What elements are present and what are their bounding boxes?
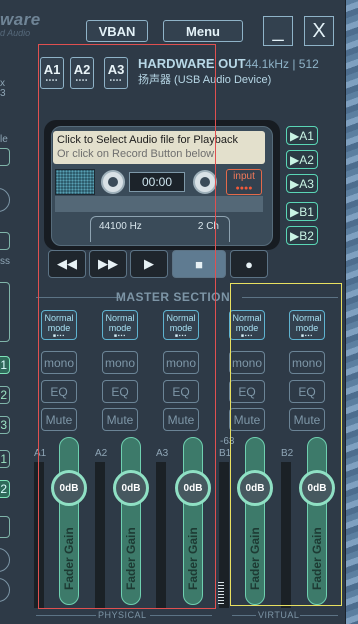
left-strip-bus-2[interactable]: 2 — [0, 386, 10, 404]
input-label: input — [233, 171, 255, 182]
route-a1-button[interactable]: ▶A1 — [286, 126, 318, 145]
left-strip-bus-1[interactable]: 1 — [0, 356, 10, 374]
recorder-input-button[interactable]: input ●●●● — [226, 169, 262, 195]
left-strip-knob[interactable] — [0, 548, 10, 572]
left-strip-text-le: le — [0, 134, 8, 145]
left-strip-text-ss: ss — [0, 256, 10, 267]
left-strip-box[interactable] — [0, 516, 10, 538]
route-b2-button[interactable]: ▶B2 — [286, 226, 318, 245]
minimize-button[interactable]: _ — [263, 16, 293, 46]
left-strip-bus-b2[interactable]: 2 — [0, 480, 10, 498]
left-strip-knob[interactable] — [0, 188, 10, 212]
highlight-box-red — [38, 44, 216, 609]
route-a3-button[interactable]: ▶A3 — [286, 174, 318, 193]
left-strip-bus-b1[interactable]: 1 — [0, 450, 10, 468]
record-button[interactable]: ● — [230, 250, 268, 278]
b1-meter-hatch — [218, 582, 224, 604]
left-strip-knob[interactable] — [0, 578, 10, 602]
physical-group-label: PHYSICAL — [98, 610, 147, 620]
left-strip-bus-3[interactable]: 3 — [0, 416, 10, 434]
divider — [300, 615, 338, 616]
input-dots: ●●●● — [235, 185, 253, 192]
divider — [150, 615, 212, 616]
close-button[interactable]: X — [304, 16, 334, 46]
vban-button[interactable]: VBAN — [86, 20, 148, 42]
left-strip-box[interactable] — [0, 232, 10, 250]
virtual-group-label: VIRTUAL — [258, 610, 300, 620]
app-subtitle: d Audio — [0, 28, 31, 38]
menu-button[interactable]: Menu — [163, 20, 243, 42]
left-strip-text-3: 3 — [0, 88, 6, 99]
desktop-background — [344, 0, 358, 624]
hardware-out-info: 44.1kHz | 512 — [245, 57, 319, 71]
highlight-box-yellow — [230, 283, 342, 606]
divider — [36, 615, 96, 616]
app-title: ware — [0, 10, 41, 29]
route-a2-button[interactable]: ▶A2 — [286, 150, 318, 169]
divider — [232, 615, 256, 616]
left-partial-strip: x 3 le ss 1 2 3 1 2 — [0, 60, 20, 624]
left-strip-box[interactable] — [0, 148, 10, 166]
route-b1-button[interactable]: ▶B1 — [286, 202, 318, 221]
